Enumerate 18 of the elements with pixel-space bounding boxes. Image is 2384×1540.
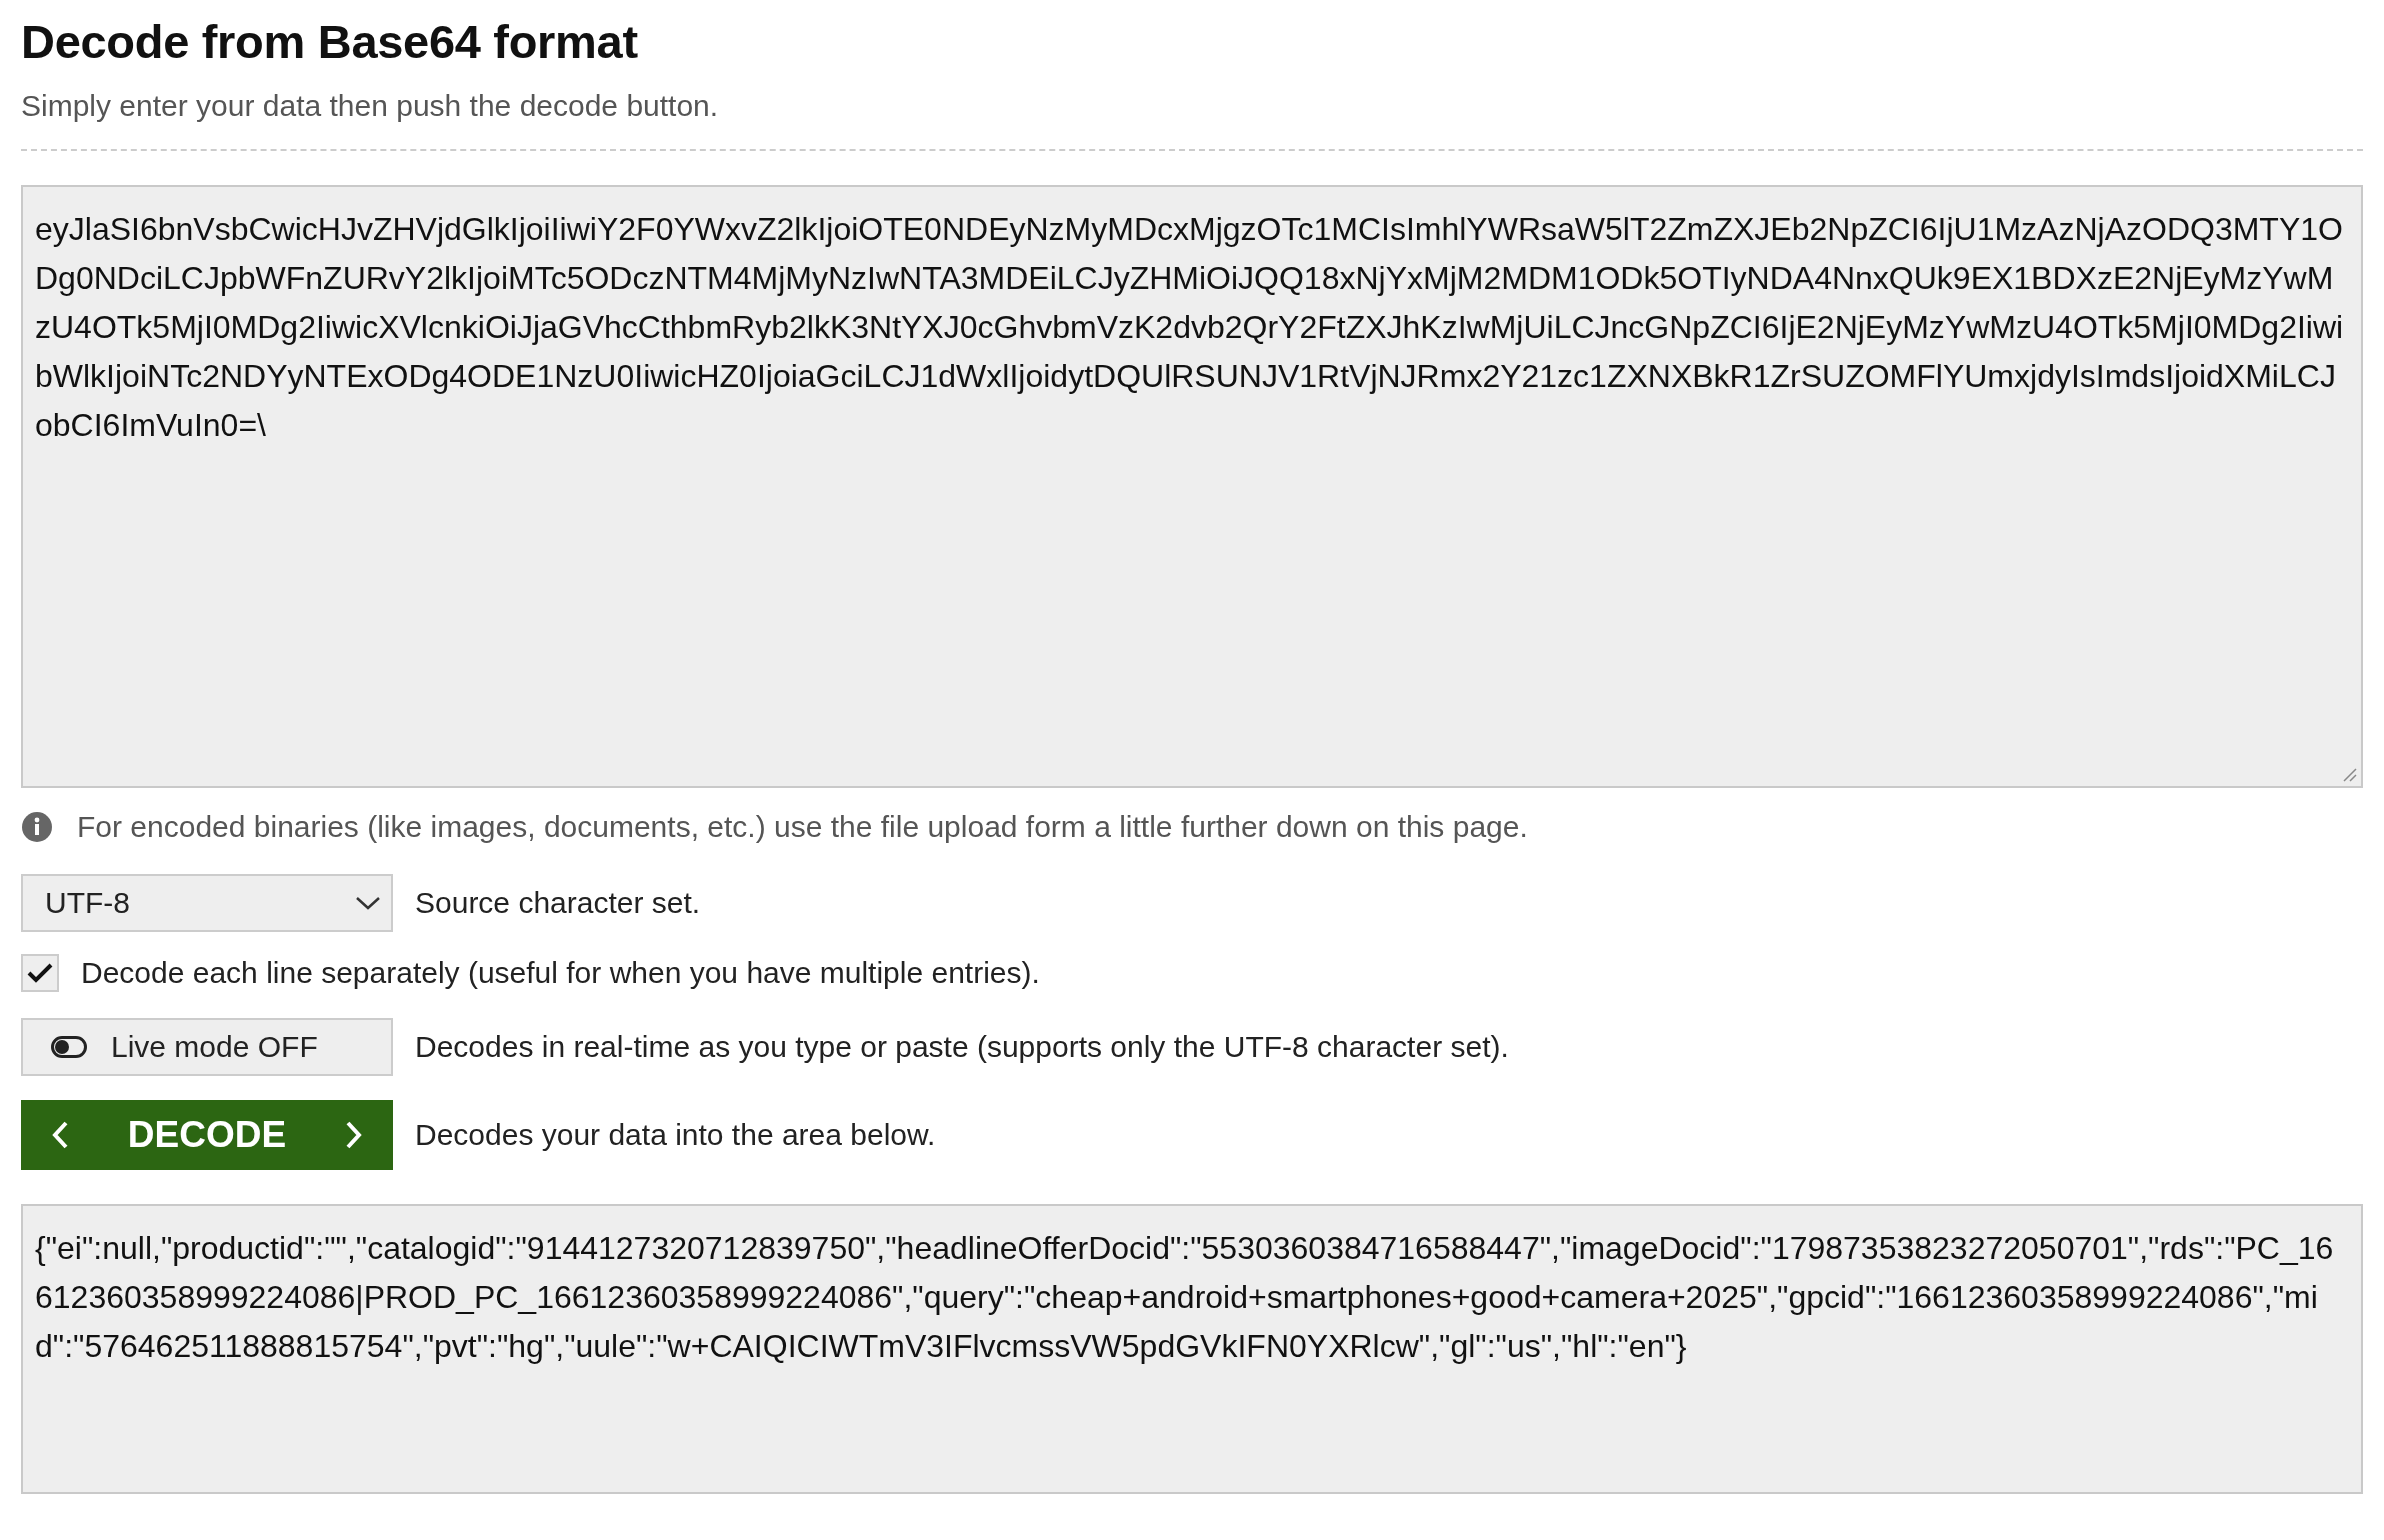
charset-dropdown[interactable]: UTF-8 [21, 874, 393, 932]
charset-label: Source character set. [415, 886, 701, 920]
page-title: Decode from Base64 format [21, 14, 639, 69]
checkmark-icon [27, 962, 53, 984]
output-field[interactable]: {"ei":null,"productid":"","catalogid":"9144127320712839750","headlineOfferDocid":"5530360384716588447","imageDocid":"17987353823272050701","rds":"PC_16612360358999224086|PROD_PC_16612360358999224086","query":"cheap+android+smartphones+good+camera+2025","gpcid":"16612360358999224086","mid":"576462511888815754","pvt":"hg","uule":"w+CAIQICIWTmV3IFlvcmssVW5pdGVkIFN0YXRlcw","gl":"us","hl":"en"} [21, 1204, 2363, 1494]
chevron-left-icon [51, 1120, 69, 1150]
chevron-down-icon [355, 895, 381, 911]
decode-button[interactable]: DECODE [21, 1100, 393, 1170]
checkbox-label: Decode each line separately (useful for when you have multiple entries). [81, 956, 1040, 990]
info-note: For encoded binaries (like images, documents, etc.) use the file upload form a little further down on this page. [77, 810, 1528, 844]
input-field[interactable]: eyJlaSI6bnVsbCwicHJvZHVjdGlkIjoiIiwiY2F0YWxvZ2lkIjoiOTE0NDEyNzMyMDcxMjgzOTc1MCIsImhlYWRsaW5lT2ZmZXJEb2NpZCI6IjU1MzAzNjAzODQ3MTY1ODg0NDciLCJpbWFnZURvY2lkIjoiMTc5ODczNTM4MjMyNzIwNTA3MDEiLCJyZHMiOiJQQ18xNjYxMjM2MDM1ODk5OTIyNDA4NnxQUk9EX1BDXzE2NjEyMzYwMzU4OTk5MjI0MDg2IiwicXVlcnkiOiJjaGVhcCthbmRyb2lkK3NtYXJ0cGhvbmVzK2dvb2QrY2FtZXJhKzIwMjUiLCJncGNpZCI6IjE2NjEyMzYwMzU4OTk5MjI0MDg2IiwibWlkIjoiNTc2NDYyNTExODg4ODE1NzU0IiwicHZ0IjoiaGciLCJ1dWxlIjoidytDQUlRSUNJV1RtVjNJRmx2Y21zc1ZXNXBkR1ZrSUZOMFlYUmxjdyIsImdsIjoidXMiLCJobCI6ImVuIn0=\ [21, 185, 2363, 788]
info-icon [21, 811, 53, 843]
decode-description: Decodes your data into the area below. [415, 1118, 936, 1152]
chevron-right-icon [345, 1120, 363, 1150]
live-mode-button[interactable]: Live mode OFF [21, 1018, 393, 1076]
page-subtitle: Simply enter your data then push the decode button. [21, 89, 719, 123]
live-mode-description: Decodes in real-time as you type or paste (supports only the UTF-8 character set). [415, 1030, 1509, 1064]
checkbox[interactable] [21, 954, 59, 992]
